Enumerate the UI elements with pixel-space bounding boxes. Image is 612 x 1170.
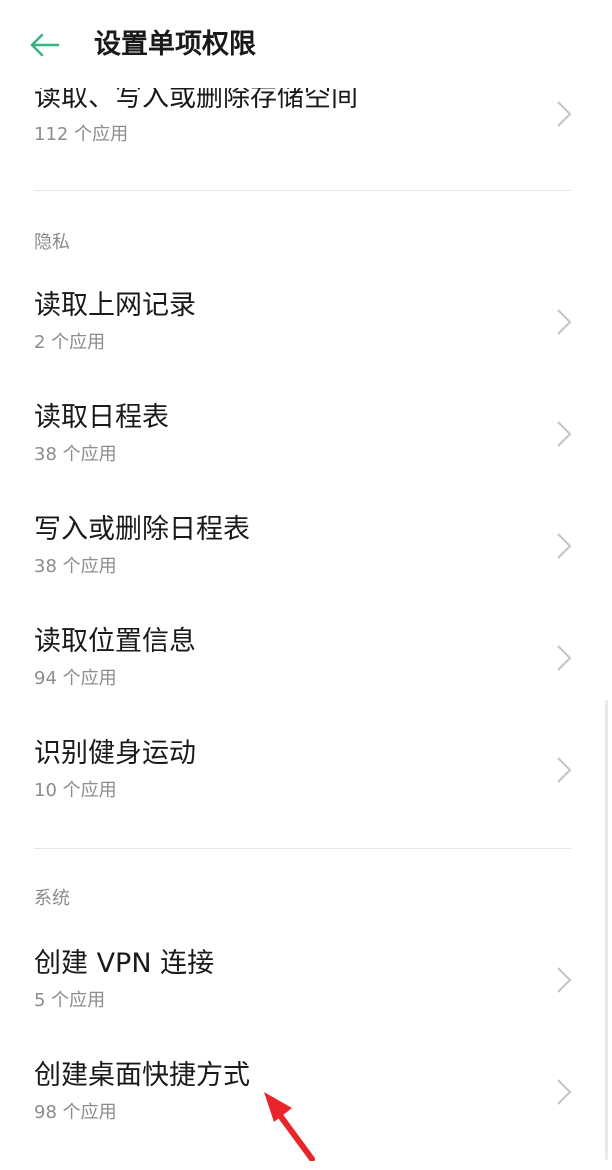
scrollbar[interactable] (605, 700, 608, 1160)
list-item-write-calendar[interactable]: 写入或删除日程表 38 个应用 (0, 512, 612, 624)
item-title: 读取日程表 (34, 402, 169, 433)
chevron-right-icon (557, 1079, 572, 1105)
list-item-recognize-fitness[interactable]: 识别健身运动 10 个应用 (0, 736, 612, 848)
app-header: 设置单项权限 (0, 0, 612, 88)
chevron-right-icon (557, 533, 572, 559)
item-subtitle: 94 个应用 (34, 668, 117, 689)
list-item[interactable]: 读取、写入或删除存储空间 112 个应用 (0, 80, 612, 190)
chevron-right-icon (557, 645, 572, 671)
chevron-right-icon (557, 757, 572, 783)
item-subtitle: 112 个应用 (34, 124, 129, 145)
item-title: 创建桌面快捷方式 (34, 1060, 250, 1091)
chevron-right-icon (557, 309, 572, 335)
section-label-privacy: 隐私 (34, 232, 70, 253)
list-item-read-browsing-history[interactable]: 读取上网记录 2 个应用 (0, 288, 612, 400)
item-title: 创建 VPN 连接 (34, 948, 215, 979)
chevron-right-icon (557, 101, 572, 127)
divider (34, 848, 572, 849)
item-subtitle: 10 个应用 (34, 780, 117, 801)
item-subtitle: 98 个应用 (34, 1102, 117, 1123)
item-subtitle: 38 个应用 (34, 444, 117, 465)
item-subtitle: 2 个应用 (34, 332, 106, 353)
list-item-read-calendar[interactable]: 读取日程表 38 个应用 (0, 400, 612, 512)
back-arrow-icon[interactable] (28, 28, 62, 62)
chevron-right-icon (557, 421, 572, 447)
item-subtitle: 5 个应用 (34, 990, 106, 1011)
item-title: 写入或删除日程表 (34, 514, 250, 545)
list-item-read-location[interactable]: 读取位置信息 94 个应用 (0, 624, 612, 736)
section-label-system: 系统 (34, 888, 70, 909)
item-subtitle: 38 个应用 (34, 556, 117, 577)
list-item-create-vpn[interactable]: 创建 VPN 连接 5 个应用 (0, 946, 612, 1058)
item-title: 读取上网记录 (34, 290, 196, 321)
item-title: 识别健身运动 (34, 738, 196, 769)
annotation-arrow-icon (264, 1092, 315, 1161)
item-title: 读取位置信息 (34, 626, 196, 657)
chevron-right-icon (557, 967, 572, 993)
divider (34, 190, 572, 191)
page-title: 设置单项权限 (94, 29, 256, 60)
